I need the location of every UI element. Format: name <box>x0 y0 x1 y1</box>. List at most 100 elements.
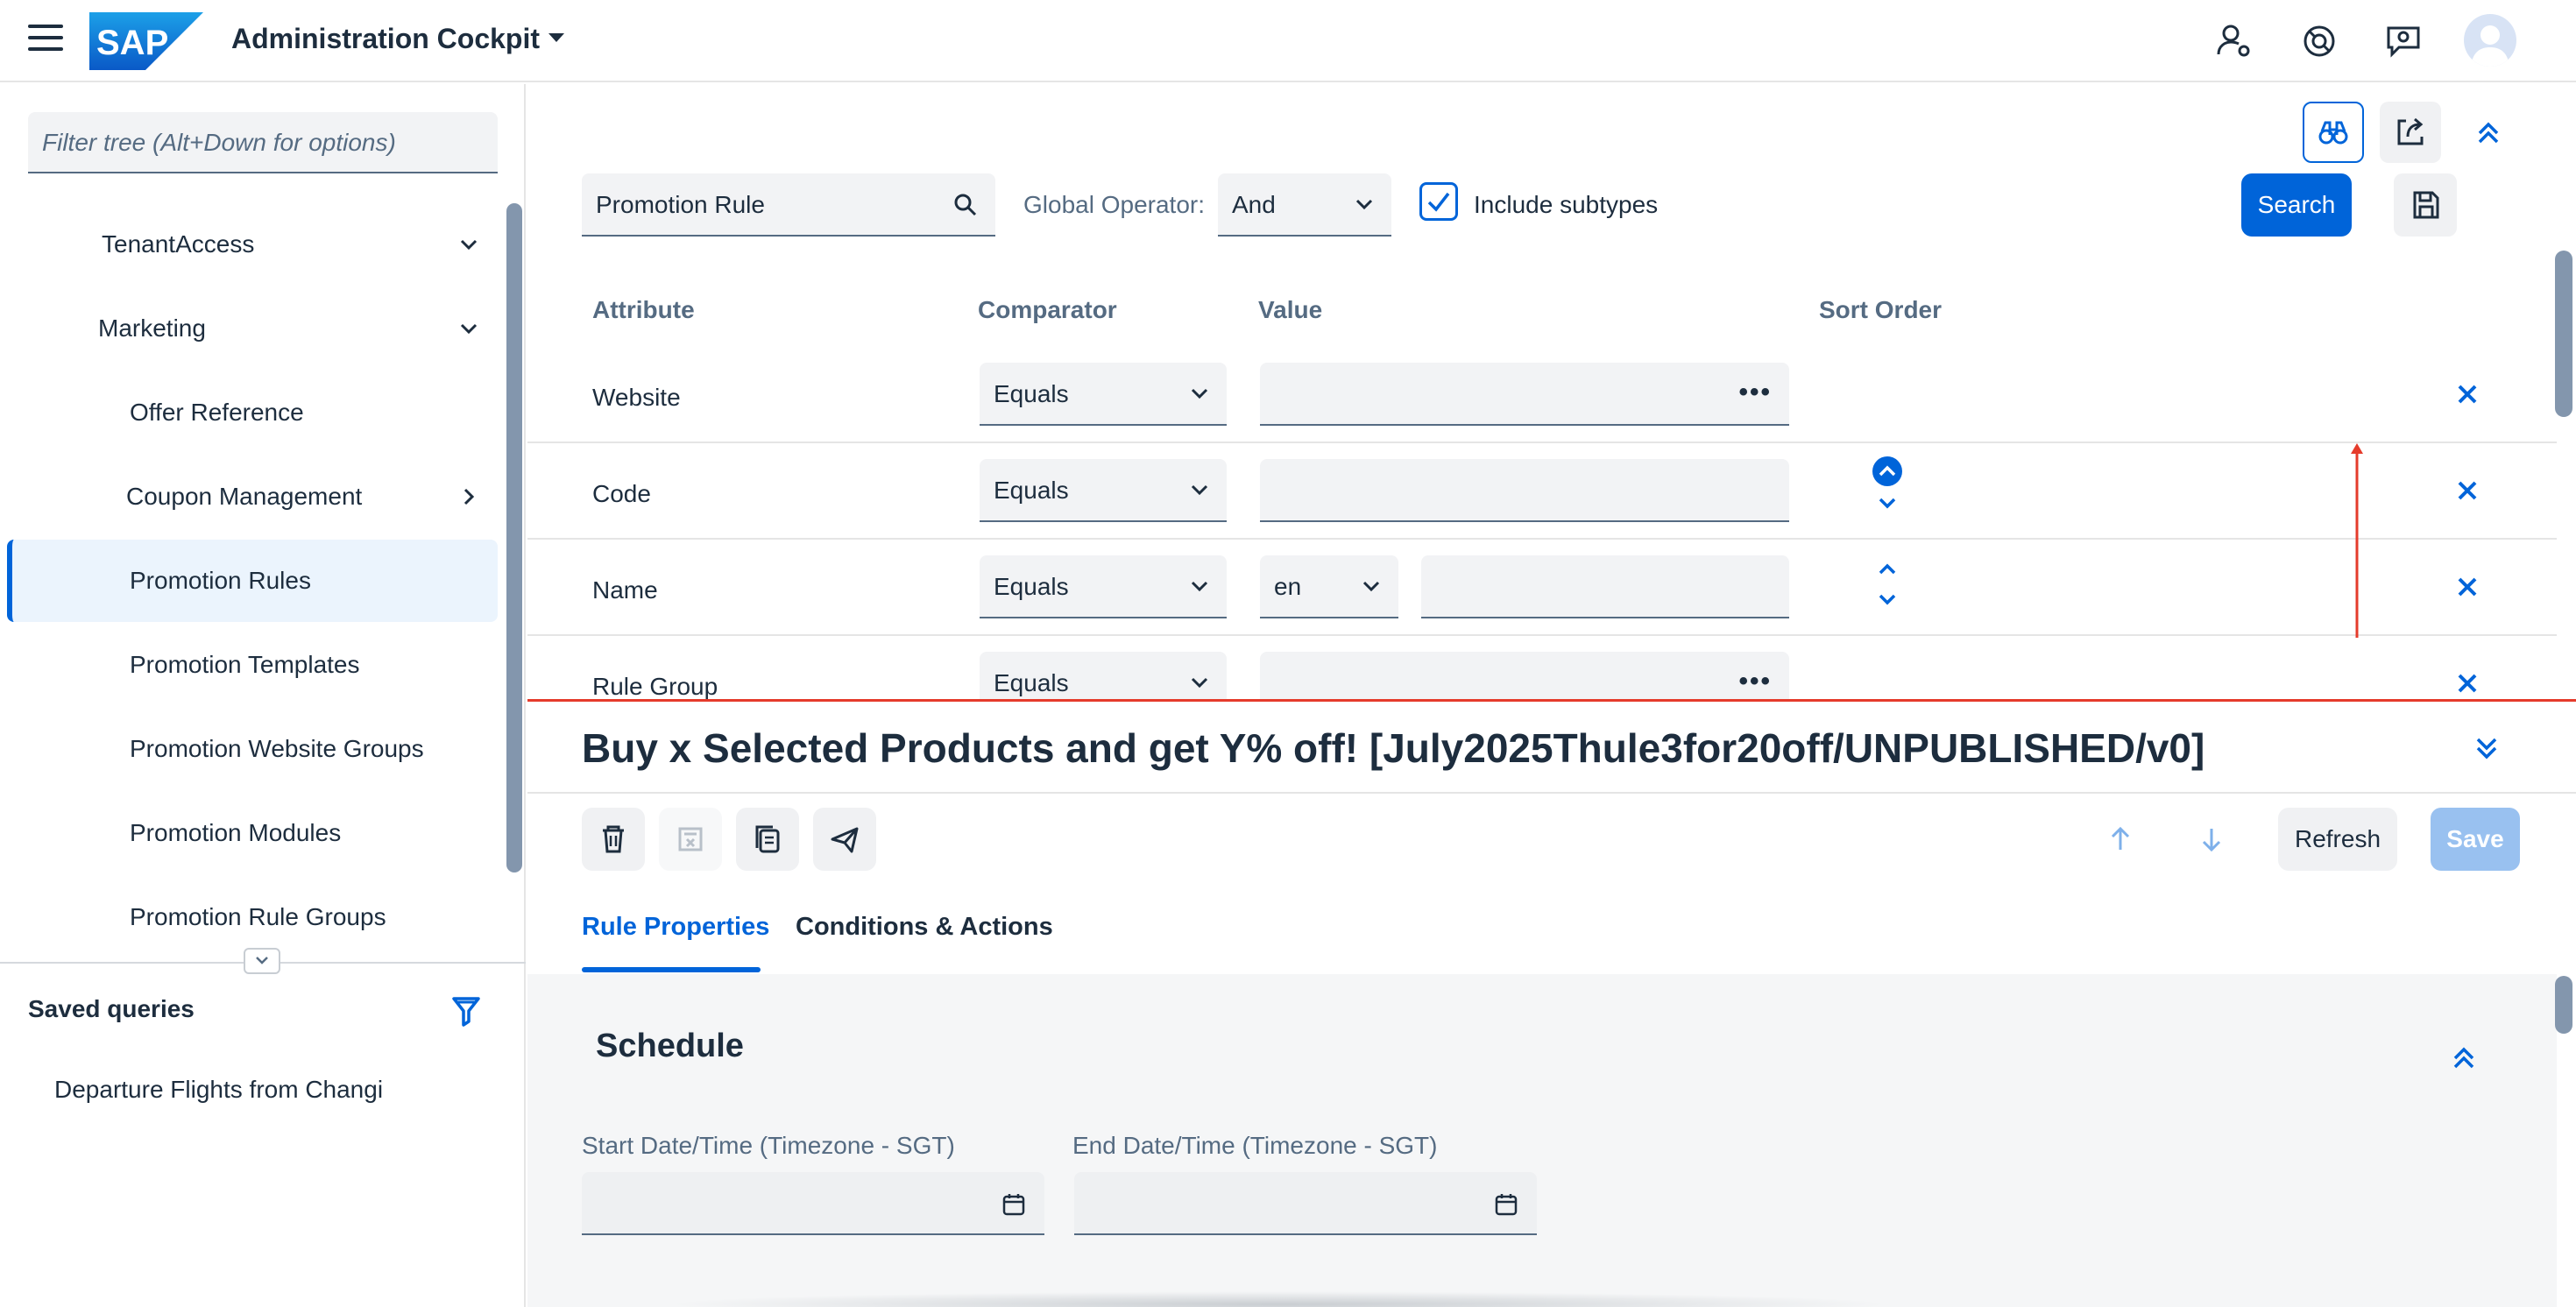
floating-footer-shadow <box>666 1291 1893 1307</box>
sort-ascending-icon[interactable] <box>1870 454 1905 489</box>
sort-descending-icon[interactable] <box>1870 489 1905 524</box>
active-tab-indicator <box>582 967 761 972</box>
chevron-down-icon <box>1191 581 1208 592</box>
global-operator-select[interactable]: And <box>1218 173 1391 237</box>
value-input-name[interactable] <box>1421 555 1789 618</box>
value-input-rule-group[interactable]: ••• <box>1260 652 1789 699</box>
chevron-down-icon <box>1191 388 1208 399</box>
discard-icon <box>678 827 703 851</box>
global-operator-label: Global Operator: <box>1023 191 1205 218</box>
red-annotation-arrow <box>2351 443 2363 638</box>
arrow-up-icon[interactable] <box>2105 823 2136 855</box>
tree-item-offer-reference[interactable]: Offer Reference <box>7 371 498 454</box>
tree-item-promotion-modules[interactable]: Promotion Modules <box>7 792 498 874</box>
arrow-down-icon[interactable] <box>2196 823 2227 855</box>
chevron-down-icon <box>256 957 268 964</box>
search-scrollbar[interactable] <box>2555 251 2572 417</box>
trash-icon <box>603 825 624 853</box>
tree-scrollbar[interactable] <box>506 203 522 873</box>
search-icon[interactable] <box>952 191 980 219</box>
saved-query-item[interactable]: Departure Flights from Changi <box>54 1072 383 1107</box>
tree-item-marketing[interactable]: Marketing <box>7 287 498 370</box>
tree-item-promotion-rules[interactable]: Promotion Rules <box>7 540 498 622</box>
column-header-attribute: Attribute <box>592 296 695 323</box>
collapse-header-icon[interactable] <box>2473 117 2504 149</box>
tree-item-promotion-website-groups[interactable]: Promotion Website Groups <box>7 708 498 790</box>
collapse-tree-button[interactable] <box>244 948 280 974</box>
comparator-select-name[interactable]: Equals <box>980 555 1227 618</box>
include-subtypes-label[interactable]: Include subtypes <box>1474 187 1658 223</box>
tab-conditions-actions[interactable]: Conditions & Actions <box>796 908 1053 946</box>
attribute-label-code: Code <box>592 480 651 507</box>
remove-row-icon[interactable] <box>2452 475 2483 506</box>
remove-row-icon[interactable] <box>2452 668 2483 699</box>
caret-down-icon[interactable] <box>547 30 566 46</box>
more-options-icon[interactable]: ••• <box>1738 668 1772 695</box>
tree-item-promotion-templates[interactable]: Promotion Templates <box>7 624 498 706</box>
save-icon <box>2413 191 2439 219</box>
filter-icon[interactable] <box>449 993 484 1028</box>
avatar-icon <box>2471 25 2509 67</box>
section-title: Schedule <box>596 1028 744 1064</box>
delete-button[interactable] <box>582 808 645 871</box>
chevron-down-icon <box>1191 677 1208 689</box>
value-input-website[interactable]: ••• <box>1260 363 1789 426</box>
attribute-label-website: Website <box>592 384 681 411</box>
tree-item-coupon-management[interactable]: Coupon Management <box>7 456 498 538</box>
attribute-label-name: Name <box>592 576 658 604</box>
copy-icon <box>755 825 780 853</box>
menu-icon[interactable] <box>28 25 63 56</box>
avatar[interactable] <box>2464 14 2516 67</box>
checkmark-icon <box>1427 192 1450 212</box>
tab-rule-properties[interactable]: Rule Properties <box>582 908 769 946</box>
tree-item-promotion-rule-groups[interactable]: Promotion Rule Groups <box>7 876 498 953</box>
chevron-right-icon[interactable] <box>457 485 480 508</box>
save-query-button[interactable] <box>2394 173 2457 237</box>
language-select[interactable]: en <box>1260 555 1398 618</box>
collapse-editor-icon[interactable] <box>2471 732 2502 764</box>
value-input-code[interactable] <box>1260 459 1789 522</box>
start-date-label: Start Date/Time (Timezone - SGT) <box>582 1132 955 1159</box>
end-date-input[interactable] <box>1074 1172 1537 1235</box>
column-header-comparator: Comparator <box>978 296 1117 323</box>
remove-row-icon[interactable] <box>2452 378 2483 410</box>
filter-tree-input[interactable]: Filter tree (Alt+Down for options) <box>28 112 498 173</box>
remove-row-icon[interactable] <box>2452 571 2483 603</box>
row-separator <box>527 538 2557 540</box>
calendar-icon[interactable] <box>1493 1191 1519 1218</box>
editor-scrollbar[interactable] <box>2555 976 2572 1034</box>
user-settings-icon[interactable] <box>2215 21 2255 61</box>
chevron-down-icon <box>1362 581 1380 592</box>
chevron-down-icon[interactable] <box>457 233 480 256</box>
comparator-select-website[interactable]: Equals <box>980 363 1227 426</box>
save-button[interactable]: Save <box>2431 808 2520 871</box>
refresh-button[interactable]: Refresh <box>2278 808 2397 871</box>
help-icon[interactable] <box>2299 21 2339 61</box>
paper-plane-icon <box>831 827 859 853</box>
search-button[interactable]: Search <box>2241 173 2352 237</box>
row-rule-group: Rule Group Equals ••• <box>527 636 2557 699</box>
publish-button[interactable] <box>813 808 876 871</box>
comparator-select-rule-group[interactable]: Equals <box>980 652 1227 699</box>
include-subtypes-checkbox[interactable] <box>1419 182 1458 221</box>
calendar-icon[interactable] <box>1001 1191 1027 1218</box>
advanced-search-button[interactable] <box>2303 102 2364 163</box>
app-title[interactable]: Administration Cockpit <box>231 19 540 58</box>
more-options-icon[interactable]: ••• <box>1738 379 1772 406</box>
editor-separator <box>527 792 2576 794</box>
share-icon <box>2397 117 2424 145</box>
discard-changes-button[interactable] <box>659 808 722 871</box>
red-annotation-line <box>527 699 2576 702</box>
start-date-input[interactable] <box>582 1172 1044 1235</box>
sap-logo[interactable]: SAP <box>89 12 203 70</box>
chevron-down-icon[interactable] <box>457 317 480 340</box>
tree-item-tenantaccess[interactable]: TenantAccess <box>7 203 498 286</box>
share-button[interactable] <box>2380 102 2441 163</box>
sort-ascending-icon[interactable] <box>1870 552 1905 587</box>
feedback-icon[interactable] <box>2383 21 2424 61</box>
type-search-input[interactable]: Promotion Rule <box>582 173 995 237</box>
collapse-section-icon[interactable] <box>2448 1042 2480 1074</box>
clone-button[interactable] <box>736 808 799 871</box>
comparator-select-code[interactable]: Equals <box>980 459 1227 522</box>
sort-descending-icon[interactable] <box>1870 585 1905 620</box>
